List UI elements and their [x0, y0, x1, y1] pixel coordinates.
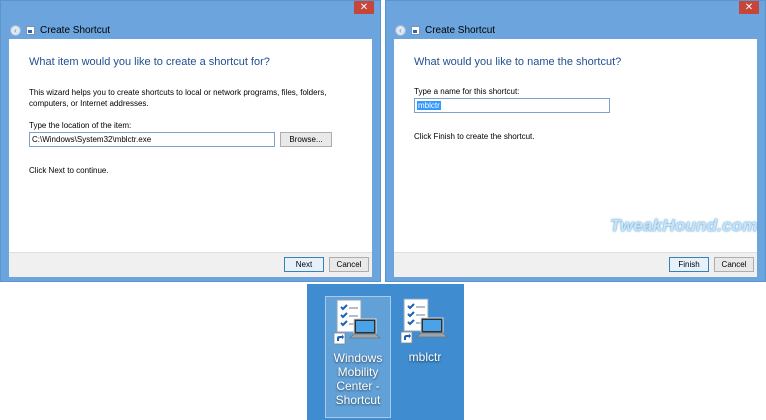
create-shortcut-dialog-name: ✕ ‹ Create Shortcut What would you like …	[385, 0, 766, 282]
title-bar: ✕ ‹ Create Shortcut	[386, 1, 765, 39]
selected-name-text: mblctr	[417, 101, 441, 110]
wizard-page: What item would you like to create a sho…	[9, 39, 372, 252]
cancel-button[interactable]: Cancel	[329, 257, 369, 272]
page-heading: What would you like to name the shortcut…	[414, 56, 622, 68]
shortcut-name-label: Type a name for this shortcut:	[414, 87, 520, 96]
finish-instruction: Click Finish to create the shortcut.	[414, 132, 535, 141]
wizard-description: This wizard helps you to create shortcut…	[29, 88, 327, 108]
desktop-shortcut-mobility-center[interactable]: Windows Mobility Center - Shortcut	[325, 296, 391, 418]
shortcut-label: Windows Mobility Center - Shortcut	[333, 351, 383, 407]
watermark: TweakHound.com	[610, 216, 758, 235]
back-button[interactable]: ‹	[10, 25, 21, 36]
create-shortcut-dialog-location: ✕ ‹ Create Shortcut What item would you …	[0, 0, 381, 282]
shortcut-wizard-icon	[411, 26, 420, 35]
back-button[interactable]: ‹	[395, 25, 406, 36]
close-button[interactable]: ✕	[739, 1, 759, 14]
window-title: Create Shortcut	[425, 25, 496, 36]
shortcut-label: mblctr	[408, 350, 442, 364]
button-bar: Finish Cancel	[394, 252, 757, 277]
mobility-center-icon	[334, 297, 382, 347]
mobility-center-icon	[401, 296, 449, 346]
cancel-button[interactable]: Cancel	[714, 257, 754, 272]
browse-button[interactable]: Browse...	[280, 132, 332, 147]
title-bar: ✕ ‹ Create Shortcut	[1, 1, 380, 39]
next-instruction: Click Next to continue.	[29, 166, 109, 175]
desktop-shortcut-mblctr[interactable]: mblctr	[395, 296, 455, 364]
next-button[interactable]: Next	[284, 257, 324, 272]
location-label: Type the location of the item:	[29, 121, 132, 130]
finish-button[interactable]: Finish	[669, 257, 709, 272]
button-bar: Next Cancel	[9, 252, 372, 277]
window-title: Create Shortcut	[40, 25, 111, 36]
shortcut-wizard-icon	[26, 26, 35, 35]
desktop-area: Windows Mobility Center - Shortcut mblct…	[307, 284, 464, 420]
location-input[interactable]: C:\Windows\System32\mblctr.exe	[29, 132, 275, 147]
page-heading: What item would you like to create a sho…	[29, 56, 270, 68]
shortcut-name-input[interactable]: mblctr	[414, 98, 610, 113]
close-button[interactable]: ✕	[354, 1, 374, 14]
